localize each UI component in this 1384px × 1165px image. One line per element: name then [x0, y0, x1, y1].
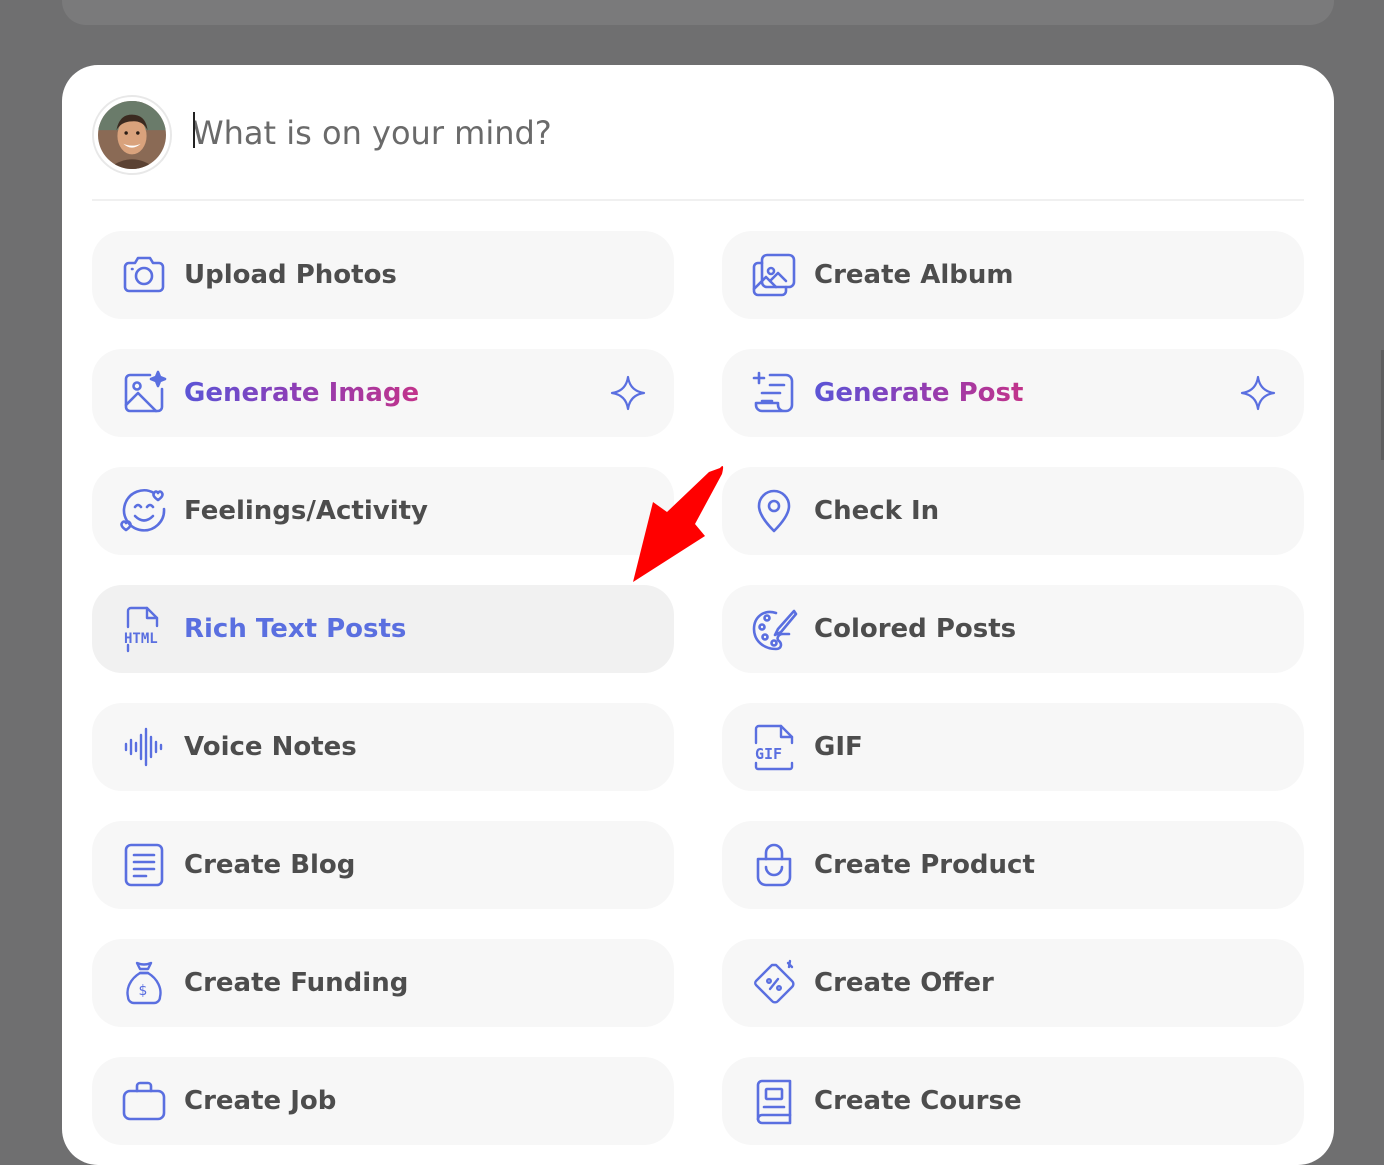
gif-file-icon: GIF	[750, 723, 798, 771]
create-product-label: Create Product	[814, 850, 1035, 880]
shopping-bag-icon	[750, 841, 798, 889]
feelings-activity-button[interactable]: Feelings/Activity	[92, 467, 674, 555]
user-photo	[98, 101, 166, 169]
create-post-modal: Upload Photos Create Album	[62, 65, 1334, 1165]
ai-image-icon	[120, 369, 168, 417]
colored-posts-button[interactable]: Colored Posts	[722, 585, 1304, 673]
create-blog-label: Create Blog	[184, 850, 356, 880]
rich-text-posts-button[interactable]: HTML Rich Text Posts	[92, 585, 674, 673]
rich-text-posts-label: Rich Text Posts	[184, 614, 407, 644]
money-bag-icon: $	[120, 959, 168, 1007]
create-offer-label: Create Offer	[814, 968, 994, 998]
create-offer-button[interactable]: Create Offer	[722, 939, 1304, 1027]
upload-photos-button[interactable]: Upload Photos	[92, 231, 674, 319]
gif-label: GIF	[814, 732, 863, 762]
svg-text:$: $	[139, 983, 148, 999]
html-file-icon: HTML	[120, 605, 168, 653]
discount-tag-icon	[750, 959, 798, 1007]
create-course-label: Create Course	[814, 1086, 1022, 1116]
generate-post-label: Generate Post	[814, 349, 1023, 437]
album-icon	[750, 251, 798, 299]
sparkle-icon	[1240, 375, 1276, 411]
text-cursor	[193, 112, 195, 148]
camera-icon	[120, 251, 168, 299]
course-book-icon	[750, 1077, 798, 1125]
create-blog-button[interactable]: Create Blog	[92, 821, 674, 909]
post-composer	[92, 95, 1304, 201]
create-course-button[interactable]: Create Course	[722, 1057, 1304, 1145]
colored-posts-label: Colored Posts	[814, 614, 1017, 644]
create-funding-label: Create Funding	[184, 968, 409, 998]
svg-text:HTML: HTML	[124, 631, 158, 647]
generate-post-button[interactable]: Generate Post	[722, 349, 1304, 437]
generate-image-label: Generate Image	[184, 349, 419, 437]
previous-card	[62, 0, 1334, 25]
check-in-label: Check In	[814, 496, 940, 526]
create-funding-button[interactable]: $ Create Funding	[92, 939, 674, 1027]
sound-wave-icon	[120, 723, 168, 771]
sparkle-icon	[610, 375, 646, 411]
check-in-button[interactable]: Check In	[722, 467, 1304, 555]
upload-photos-label: Upload Photos	[184, 260, 397, 290]
gif-button[interactable]: GIF GIF	[722, 703, 1304, 791]
post-options-grid: Upload Photos Create Album Generate Imag…	[92, 231, 1304, 1145]
voice-notes-label: Voice Notes	[184, 732, 357, 762]
create-album-label: Create Album	[814, 260, 1014, 290]
create-job-label: Create Job	[184, 1086, 337, 1116]
generate-image-button[interactable]: Generate Image	[92, 349, 674, 437]
palette-icon	[750, 605, 798, 653]
post-text-input[interactable]	[192, 103, 1192, 163]
voice-notes-button[interactable]: Voice Notes	[92, 703, 674, 791]
document-icon	[120, 841, 168, 889]
avatar[interactable]	[92, 95, 172, 175]
svg-text:GIF: GIF	[755, 745, 782, 763]
briefcase-icon	[120, 1077, 168, 1125]
location-pin-icon	[750, 487, 798, 535]
create-product-button[interactable]: Create Product	[722, 821, 1304, 909]
smiley-heart-icon	[120, 487, 168, 535]
create-album-button[interactable]: Create Album	[722, 231, 1304, 319]
create-job-button[interactable]: Create Job	[92, 1057, 674, 1145]
feelings-activity-label: Feelings/Activity	[184, 496, 429, 526]
ai-post-icon	[750, 369, 798, 417]
